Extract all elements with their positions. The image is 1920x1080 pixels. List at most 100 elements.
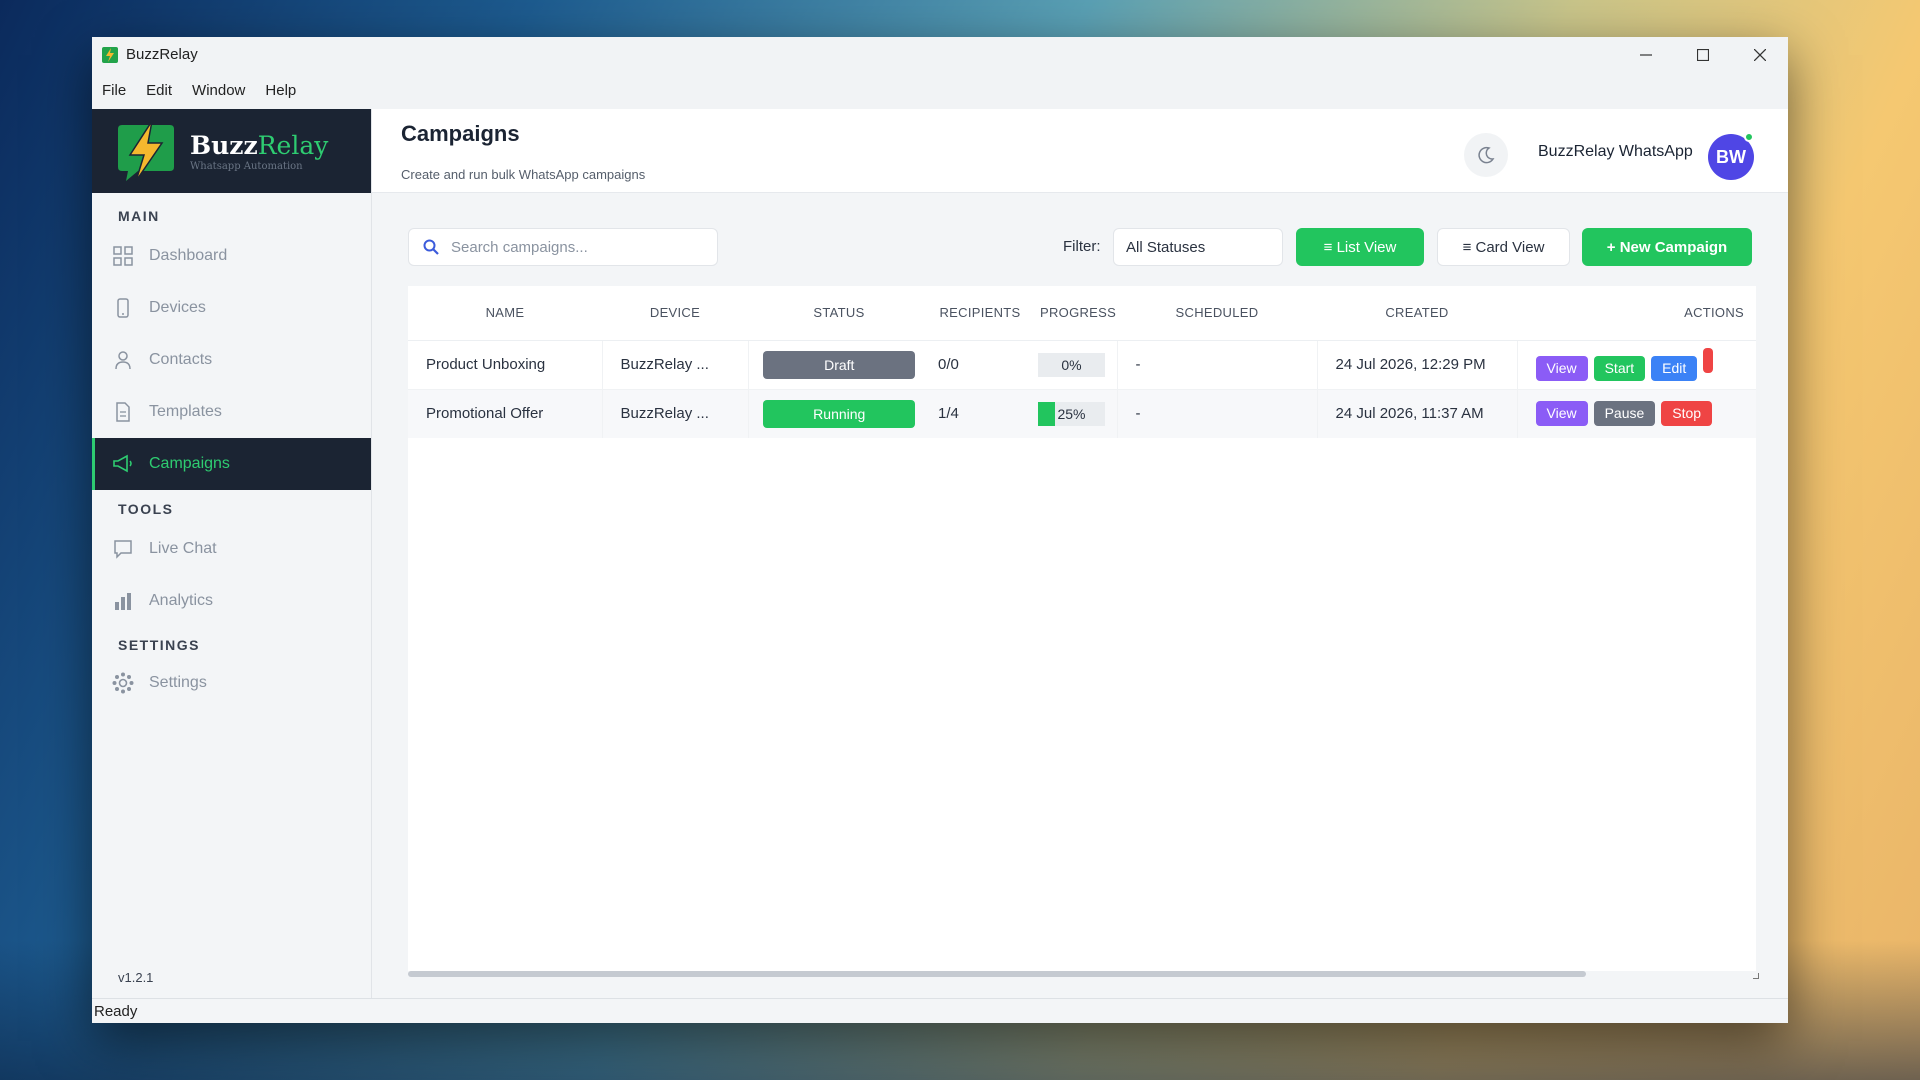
sidebar-item-label: Templates bbox=[149, 403, 222, 420]
title-bar: BuzzRelay bbox=[92, 37, 1788, 72]
sidebar-item-label: Devices bbox=[149, 299, 206, 316]
window-title: BuzzRelay bbox=[126, 46, 198, 63]
brand-name: BuzzRelay bbox=[190, 130, 329, 160]
maximize-icon bbox=[1696, 48, 1709, 61]
menu-window[interactable]: Window bbox=[192, 82, 245, 99]
phone-icon bbox=[112, 297, 134, 319]
edit-button[interactable]: Edit bbox=[1651, 356, 1698, 381]
scrollbar-thumb[interactable] bbox=[408, 971, 1586, 977]
list-view-button[interactable]: ≡ List View bbox=[1296, 228, 1424, 266]
document-icon bbox=[112, 401, 134, 423]
brand-header: BuzzRelay Whatsapp Automation bbox=[92, 109, 371, 193]
campaign-name: Promotional Offer bbox=[408, 389, 602, 438]
menu-bar: File Edit Window Help bbox=[92, 72, 1788, 109]
sidebar-item-contacts[interactable]: Contacts bbox=[92, 334, 371, 386]
campaigns-table: NAME DEVICE STATUS RECIPIENTS PROGRESS S… bbox=[408, 286, 1756, 438]
sidebar-item-label: Campaigns bbox=[149, 455, 230, 472]
campaign-created: 24 Jul 2026, 11:37 AM bbox=[1316, 389, 1517, 438]
view-button[interactable]: View bbox=[1535, 356, 1588, 381]
theme-toggle-button[interactable] bbox=[1464, 133, 1508, 177]
page-header: Campaigns Create and run bulk WhatsApp c… bbox=[372, 109, 1788, 193]
online-status-dot bbox=[1744, 132, 1754, 142]
sidebar-item-label: Settings bbox=[149, 674, 207, 691]
chat-icon bbox=[112, 538, 134, 560]
header-status[interactable]: STATUS bbox=[748, 286, 930, 341]
pause-button[interactable]: Pause bbox=[1593, 401, 1656, 427]
sidebar-item-analytics[interactable]: Analytics bbox=[92, 575, 371, 627]
filter-label: Filter: bbox=[1063, 238, 1101, 255]
resize-grip-icon[interactable] bbox=[1753, 973, 1759, 979]
user-name: BuzzRelay WhatsApp bbox=[1538, 143, 1693, 160]
table-header-row: NAME DEVICE STATUS RECIPIENTS PROGRESS S… bbox=[408, 286, 1756, 341]
sidebar: BuzzRelay Whatsapp Automation MAIN Dashb… bbox=[92, 109, 372, 998]
header-name[interactable]: NAME bbox=[408, 286, 602, 341]
search-icon bbox=[423, 239, 439, 255]
close-button[interactable] bbox=[1731, 37, 1788, 72]
search-box bbox=[408, 228, 718, 266]
horizontal-scrollbar[interactable] bbox=[408, 971, 1756, 978]
moon-icon bbox=[1478, 146, 1495, 164]
sidebar-item-live-chat[interactable]: Live Chat bbox=[92, 523, 371, 575]
status-bar: Ready bbox=[92, 998, 1788, 1023]
view-button[interactable]: View bbox=[1535, 401, 1588, 427]
sidebar-item-label: Live Chat bbox=[149, 540, 217, 557]
app-version: v1.2.1 bbox=[118, 970, 154, 985]
campaign-device: BuzzRelay ... bbox=[601, 389, 748, 438]
table-row[interactable]: Product Unboxing BuzzRelay ... Draft 0/0… bbox=[408, 340, 1756, 390]
sidebar-item-settings[interactable]: Settings bbox=[92, 657, 371, 709]
page-subtitle: Create and run bulk WhatsApp campaigns bbox=[401, 167, 646, 182]
gear-icon bbox=[112, 672, 134, 694]
minimize-button[interactable] bbox=[1617, 37, 1674, 72]
section-settings-label: SETTINGS bbox=[118, 637, 201, 653]
user-icon bbox=[112, 349, 134, 371]
sidebar-item-campaigns[interactable]: Campaigns bbox=[92, 438, 371, 490]
header-recipients[interactable]: RECIPIENTS bbox=[930, 286, 1030, 341]
header-created[interactable]: CREATED bbox=[1317, 286, 1517, 341]
menu-help[interactable]: Help bbox=[265, 82, 296, 99]
menu-edit[interactable]: Edit bbox=[146, 82, 172, 99]
start-button[interactable]: Start bbox=[1593, 356, 1646, 381]
close-icon bbox=[1753, 48, 1766, 61]
new-campaign-button[interactable]: + New Campaign bbox=[1582, 228, 1752, 266]
progress-bar: 0% bbox=[1038, 352, 1105, 377]
app-window: BuzzRelay File Edit Window Help BuzzRela… bbox=[92, 37, 1788, 1023]
status-filter-select[interactable]: All Statuses bbox=[1113, 228, 1283, 266]
sidebar-item-dashboard[interactable]: Dashboard bbox=[92, 230, 371, 282]
card-view-button[interactable]: ≡ Card View bbox=[1437, 228, 1570, 266]
bar-chart-icon bbox=[112, 590, 134, 612]
campaign-device: BuzzRelay ... bbox=[601, 340, 748, 390]
sidebar-item-label: Contacts bbox=[149, 351, 213, 368]
megaphone-icon bbox=[112, 453, 134, 475]
maximize-button[interactable] bbox=[1674, 37, 1731, 72]
delete-button[interactable] bbox=[1703, 348, 1714, 373]
sidebar-item-label: Dashboard bbox=[149, 247, 228, 264]
sidebar-item-devices[interactable]: Devices bbox=[92, 282, 371, 334]
campaign-recipients: 0/0 bbox=[930, 340, 1030, 390]
section-main-label: MAIN bbox=[118, 208, 160, 224]
progress-label: 0% bbox=[1061, 356, 1082, 373]
sidebar-item-templates[interactable]: Templates bbox=[92, 386, 371, 438]
minimize-icon bbox=[1639, 53, 1652, 56]
header-actions: ACTIONS bbox=[1517, 286, 1756, 341]
campaign-recipients: 1/4 bbox=[930, 389, 1030, 438]
page-title: Campaigns bbox=[401, 121, 520, 146]
progress-bar: 25% bbox=[1038, 401, 1105, 426]
campaign-name: Product Unboxing bbox=[408, 340, 602, 390]
brand-tagline: Whatsapp Automation bbox=[190, 160, 303, 172]
campaign-scheduled: - bbox=[1116, 389, 1317, 438]
stop-button[interactable]: Stop bbox=[1661, 401, 1713, 427]
status-badge: Draft bbox=[763, 350, 916, 379]
search-input[interactable] bbox=[451, 238, 691, 256]
table-row[interactable]: Promotional Offer BuzzRelay ... Running … bbox=[408, 389, 1756, 438]
brand-logo-icon bbox=[118, 120, 174, 182]
section-tools-label: TOOLS bbox=[118, 501, 174, 517]
dashboard-icon bbox=[112, 245, 134, 267]
status-badge: Running bbox=[763, 399, 916, 428]
campaign-scheduled: - bbox=[1116, 340, 1317, 390]
content-area: Campaigns Create and run bulk WhatsApp c… bbox=[372, 109, 1788, 998]
header-device[interactable]: DEVICE bbox=[602, 286, 748, 341]
header-scheduled[interactable]: SCHEDULED bbox=[1117, 286, 1317, 341]
header-progress[interactable]: PROGRESS bbox=[1030, 286, 1117, 341]
campaigns-panel: Filter: All Statuses ≡ List View ≡ Card … bbox=[372, 193, 1788, 998]
menu-file[interactable]: File bbox=[102, 82, 126, 99]
